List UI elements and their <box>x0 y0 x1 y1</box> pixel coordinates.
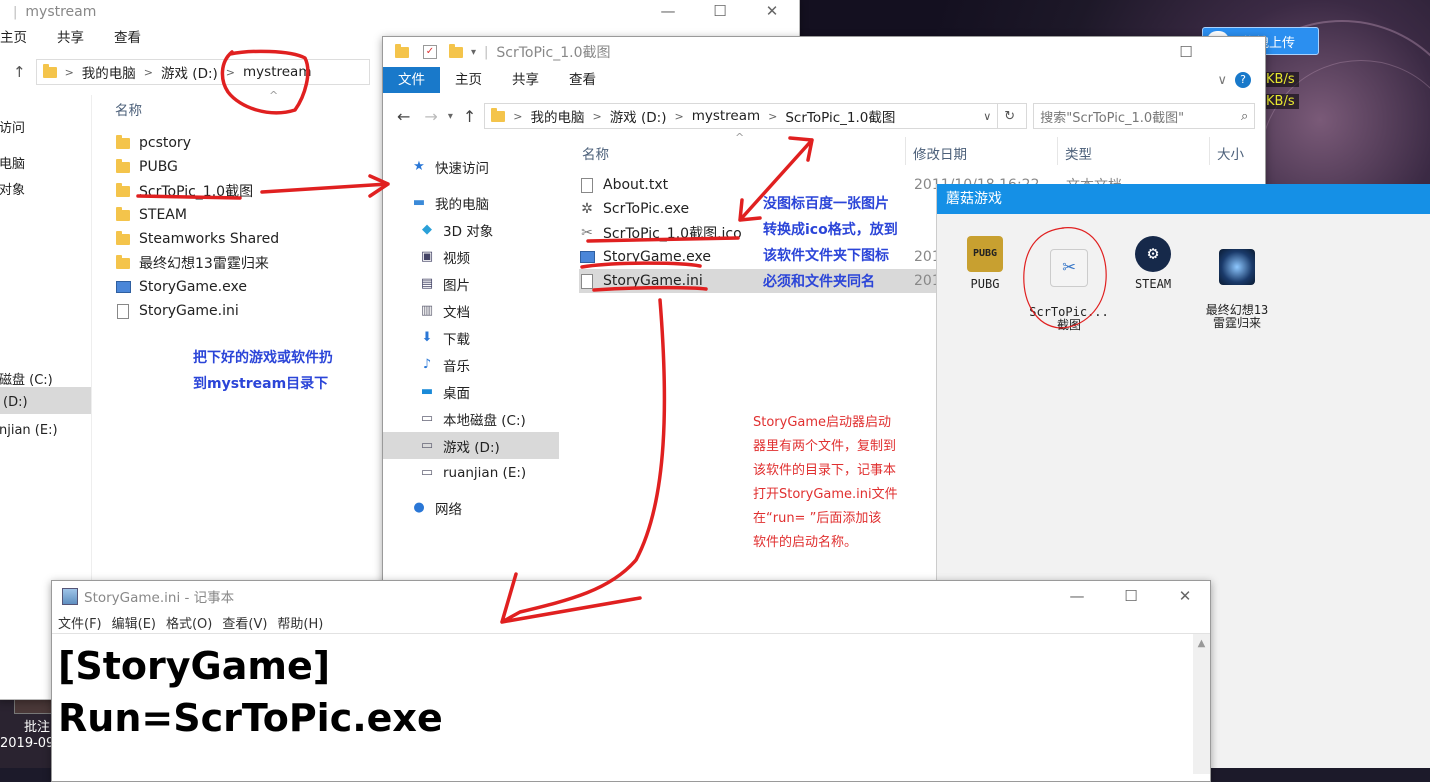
annotation-arrow-down <box>500 298 667 624</box>
annotation-underline <box>586 236 740 243</box>
annotation-underline <box>136 194 242 200</box>
annotation-underline <box>580 261 702 269</box>
annotation-arrow-ico <box>738 136 814 222</box>
annotation-overlay <box>136 49 1107 624</box>
annotation-circle-mystream <box>220 49 310 115</box>
annotation-arrow-right <box>260 174 390 198</box>
annotation-circle-game <box>1023 227 1107 329</box>
annotation-underline <box>592 285 708 292</box>
